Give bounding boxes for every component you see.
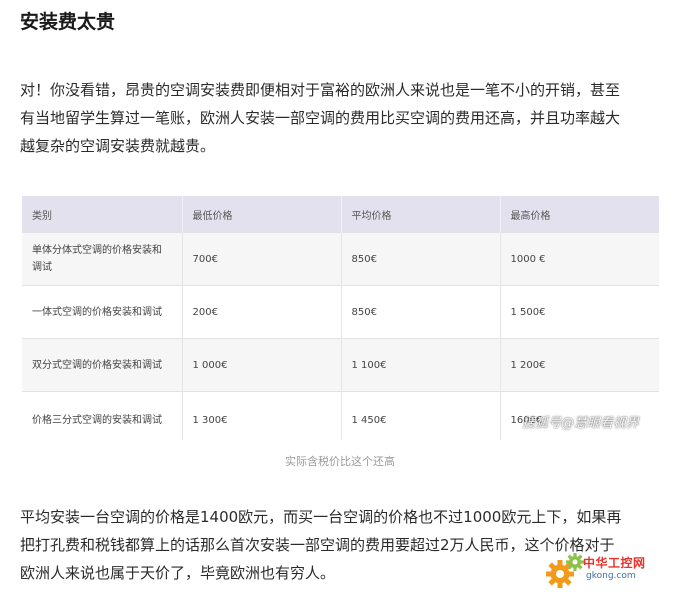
- paragraph-line: 越复杂的空调安装费就越贵。: [20, 137, 216, 155]
- gkong-logo: 中华工控网 gkong.com: [543, 548, 673, 596]
- cell-min-price: 700€: [181, 232, 341, 286]
- cell-min-price: 200€: [181, 285, 341, 339]
- header-min-price: 最低价格: [181, 196, 341, 233]
- cell-max-price: 1000 €: [499, 232, 659, 286]
- cell-category: 单体分体式空调的价格安装和调试: [22, 232, 182, 286]
- gear-icon: [546, 553, 584, 588]
- paragraph-line: 平均安装一台空调的价格是1400欧元，而买一台空调的价格也不过1000欧元上下，…: [20, 508, 622, 526]
- article-paragraph-1: 对！你没看错，昂贵的空调安装费即便相对于富裕的欧洲人来说也是一笔不小的开销，甚至…: [20, 76, 668, 160]
- cell-category: 价格三分式空调的安装和调试: [22, 391, 182, 440]
- price-table: 类别 最低价格 平均价格 最高价格 单体分体式空调的价格安装和调试 700€ 8…: [22, 196, 659, 440]
- article-title: 安装费太贵: [20, 11, 116, 33]
- logo-name: 中华工控网: [583, 556, 646, 570]
- cell-avg-price: 1 100€: [340, 338, 500, 392]
- cell-min-price: 1 300€: [181, 391, 341, 440]
- table-row: 单体分体式空调的价格安装和调试 700€ 850€ 1000 €: [22, 232, 659, 286]
- table-caption: 实际含税价比这个还高: [285, 455, 395, 468]
- price-table-image: 类别 最低价格 平均价格 最高价格 单体分体式空调的价格安装和调试 700€ 8…: [22, 196, 659, 440]
- cell-avg-price: 850€: [340, 285, 500, 339]
- table-header-row: 类别 最低价格 平均价格 最高价格: [22, 196, 659, 233]
- table-row: 一体式空调的价格安装和调试 200€ 850€ 1 500€: [22, 285, 659, 339]
- cell-max-price: 1 200€: [499, 338, 659, 392]
- sohu-watermark: 搜狐号@慧眼看视界: [522, 416, 640, 431]
- table-row: 双分式空调的价格安装和调试 1 000€ 1 100€ 1 200€: [22, 338, 659, 392]
- header-max-price: 最高价格: [499, 196, 659, 233]
- cell-category: 双分式空调的价格安装和调试: [22, 338, 182, 392]
- cell-min-price: 1 000€: [181, 338, 341, 392]
- paragraph-line: 有当地留学生算过一笔账，欧洲人安装一部空调的费用比买空调的费用还高，并且功率越大: [20, 109, 621, 127]
- cell-category: 一体式空调的价格安装和调试: [22, 285, 182, 339]
- cell-avg-price: 1 450€: [340, 391, 500, 440]
- paragraph-line: 对！你没看错，昂贵的空调安装费即便相对于富裕的欧洲人来说也是一笔不小的开销，甚至: [20, 81, 621, 99]
- cell-max-price: 1 500€: [499, 285, 659, 339]
- cell-avg-price: 850€: [340, 232, 500, 286]
- header-avg-price: 平均价格: [340, 196, 500, 233]
- header-category: 类别: [22, 196, 182, 233]
- logo-url: gkong.com: [586, 571, 636, 581]
